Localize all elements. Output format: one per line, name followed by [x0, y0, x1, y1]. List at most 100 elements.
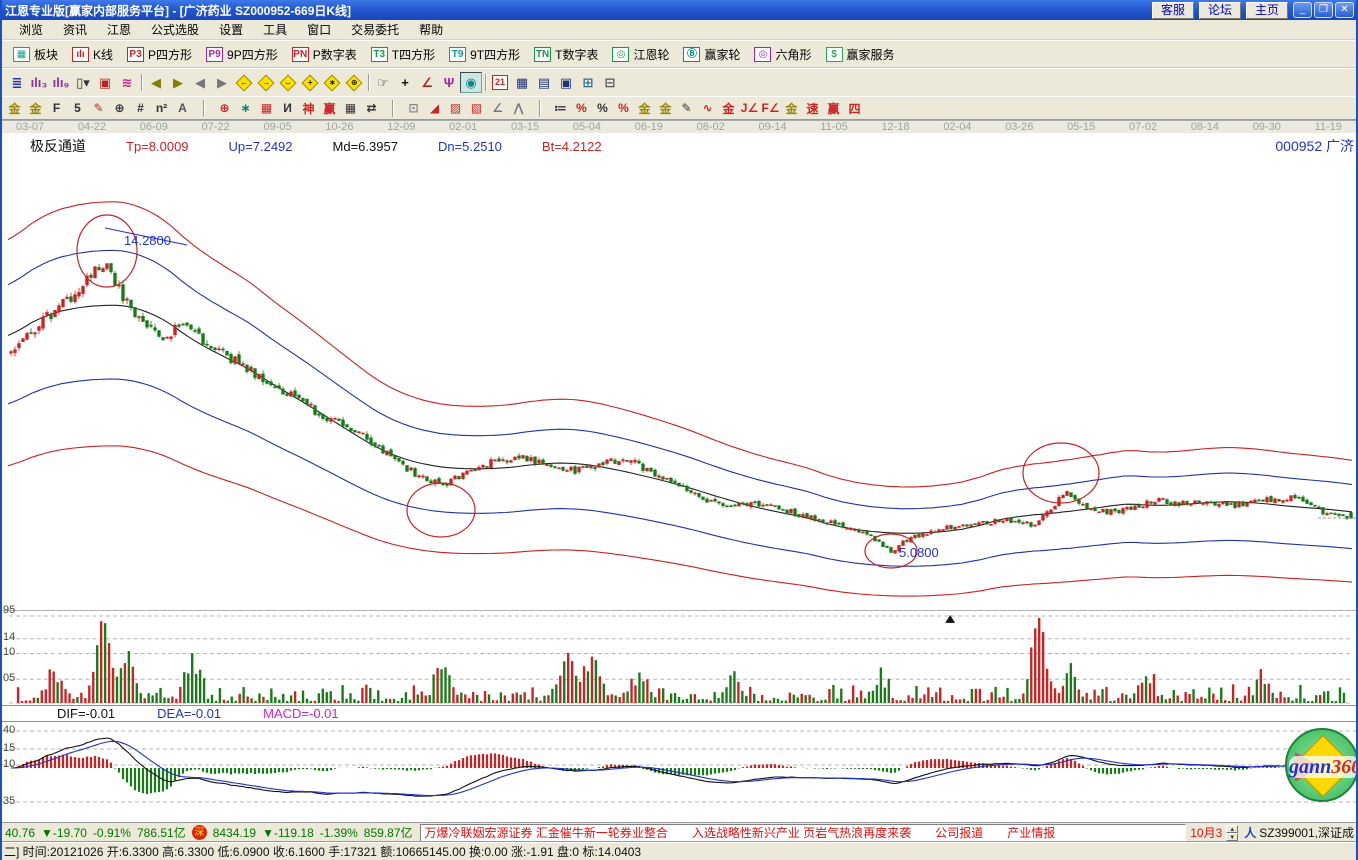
candle-type-icon[interactable]: ▯▾	[72, 72, 94, 93]
news-spinner[interactable]: ▲▼	[1226, 825, 1238, 841]
pattern-select-icon[interactable]: ▣	[94, 72, 116, 93]
gann-magic-icon[interactable]: Ψ	[438, 72, 460, 93]
shaded-grid-tool[interactable]: ▨	[445, 98, 466, 119]
star-ray-tool[interactable]: ∗	[235, 98, 256, 119]
menu-item[interactable]: 帮助	[410, 19, 452, 40]
text-note-tool[interactable]: A	[172, 98, 193, 119]
customer-service-button[interactable]: 客服	[1152, 2, 1194, 19]
calculator-icon[interactable]: ▦	[511, 72, 533, 93]
toolbar-label: K线	[93, 46, 113, 63]
next-bar-icon[interactable]: ▶	[211, 72, 233, 93]
stock-list-icon[interactable]: ≣	[6, 72, 28, 93]
prev-bar-icon[interactable]: ◀	[189, 72, 211, 93]
j-angle-tool[interactable]: J∠	[739, 98, 760, 119]
gold-grid-tool[interactable]: 金	[25, 98, 46, 119]
bars-3-icon[interactable]: ılı₃	[28, 72, 50, 93]
gold-square-tool[interactable]: 金	[4, 98, 25, 119]
span-measure-tool[interactable]: ⇄	[361, 98, 382, 119]
cycle-circle-tool[interactable]: ⊕	[109, 98, 130, 119]
forum-button[interactable]: 论坛	[1199, 2, 1241, 19]
volume-chart-canvas[interactable]	[2, 610, 1358, 705]
p9-square-button[interactable]: P9 9P四方形	[199, 44, 285, 65]
t-table-button[interactable]: TN T数字表	[527, 44, 605, 65]
expand-all-icon[interactable]: ∗	[321, 72, 343, 93]
notes-icon[interactable]: ▤	[533, 72, 555, 93]
fan-lines-tool[interactable]: ◢	[424, 98, 445, 119]
news-marquee[interactable]: 万爆冷联姻宏源证券 汇金催牛新一轮券业整合 入选战略性新兴产业 页岩气热浪再度来…	[420, 824, 1187, 842]
export-net-icon[interactable]: ⊞	[577, 72, 599, 93]
kline-button[interactable]: ılı K线	[65, 44, 120, 65]
gann-wheel-button[interactable]: ◎ 江恩轮	[605, 44, 676, 65]
hatched-grid-tool[interactable]: ▧	[466, 98, 487, 119]
zigzag-tool[interactable]: ⋀	[508, 98, 529, 119]
menu-item[interactable]: 公式选股	[142, 19, 208, 40]
winner-wheel-button[interactable]: Ⓑ 赢家轮	[676, 44, 747, 65]
macd-chart-canvas[interactable]	[2, 722, 1358, 822]
menu-item[interactable]: 交易委托	[342, 19, 408, 40]
first-bar-icon[interactable]: ◀	[145, 72, 167, 93]
ying-line-tool[interactable]: 赢	[823, 98, 844, 119]
menu-item[interactable]: 浏览	[10, 19, 52, 40]
time-comb-tool[interactable]: #	[130, 98, 151, 119]
angle-measure-icon[interactable]: ∠	[416, 72, 438, 93]
ying-tool[interactable]: 赢	[319, 98, 340, 119]
winner-service-button[interactable]: $ 赢家服务	[819, 44, 902, 65]
t-square-button[interactable]: T3 T四方形	[364, 44, 442, 65]
restore-button[interactable]: ❐	[1314, 2, 1333, 18]
p-table-button[interactable]: PN P数字表	[285, 44, 364, 65]
blocks-button[interactable]: ▦ 板块	[6, 44, 65, 65]
price-grid-tool[interactable]: ▦	[256, 98, 277, 119]
f-angle-tool[interactable]: F∠	[760, 98, 781, 119]
wave-mark-tool[interactable]: И	[277, 98, 298, 119]
gold-angle-tool[interactable]: 金	[718, 98, 739, 119]
gold-fan-tool[interactable]: 金	[781, 98, 802, 119]
compress-icon[interactable]: +	[299, 72, 321, 93]
percent-tool[interactable]: %	[592, 98, 613, 119]
angle-set-tool[interactable]: ∠	[487, 98, 508, 119]
five-wave-tool[interactable]: 5	[67, 98, 88, 119]
index-ticker[interactable]: SZ399001,深证成	[1259, 824, 1356, 841]
shen-tool[interactable]: 神	[298, 98, 319, 119]
percent-line-tool[interactable]: %	[571, 98, 592, 119]
hexagon-button[interactable]: ◎ 六角形	[747, 44, 818, 65]
menu-item[interactable]: 窗口	[298, 19, 340, 40]
h-expand-icon[interactable]: ↔	[277, 72, 299, 93]
wave-band-tool[interactable]: ∿	[697, 98, 718, 119]
menu-item[interactable]: 设置	[210, 19, 252, 40]
n-square-tool[interactable]: n²	[151, 98, 172, 119]
zoom-left-icon[interactable]: ←	[233, 72, 255, 93]
crosshair-icon[interactable]: +	[394, 72, 416, 93]
color-volume-icon[interactable]: ≋	[116, 72, 138, 93]
chart-area[interactable]: 14.28005.0800 DIF=-0.01DEA=-0.01MACD=-0.…	[2, 133, 1356, 822]
four-line-tool[interactable]: 四	[844, 98, 865, 119]
pen2-tool[interactable]: ✎	[676, 98, 697, 119]
fibonacci-tool[interactable]: F	[46, 98, 67, 119]
drag-hand-icon[interactable]: ☞	[372, 72, 394, 93]
p-square-button[interactable]: P3 P四方形	[120, 44, 199, 65]
smart-analysis-icon[interactable]: ◉	[460, 72, 482, 93]
menu-item[interactable]: 资讯	[54, 19, 96, 40]
save-icon[interactable]: ▣	[555, 72, 577, 93]
gann-compass-tool[interactable]: ⊕	[214, 98, 235, 119]
minimize-button[interactable]: _	[1293, 2, 1312, 18]
last-bar-icon[interactable]: ▶	[167, 72, 189, 93]
print-icon[interactable]: ⊟	[599, 72, 621, 93]
percent-band-tool[interactable]: %	[613, 98, 634, 119]
stats-table-tool[interactable]: ≔	[550, 98, 571, 119]
box-select-tool[interactable]: ⊡	[403, 98, 424, 119]
number-grid-tool[interactable]: ▦	[340, 98, 361, 119]
bars-9-icon[interactable]: ılı₉	[50, 72, 72, 93]
menu-item[interactable]: 工具	[254, 19, 296, 40]
full-view-icon[interactable]: ⊕	[343, 72, 365, 93]
homepage-button[interactable]: 主页	[1246, 2, 1288, 19]
close-button[interactable]: ✕	[1335, 2, 1354, 18]
speed-line-tool[interactable]: 速	[802, 98, 823, 119]
draw-pen-tool[interactable]: ✎	[88, 98, 109, 119]
menu-item[interactable]: 江恩	[98, 19, 140, 40]
t9-square-button[interactable]: T9 9T四方形	[442, 44, 527, 65]
gold-level-tool[interactable]: 金	[655, 98, 676, 119]
zoom-right-icon[interactable]: →	[255, 72, 277, 93]
gold-circle-tool[interactable]: 金	[634, 98, 655, 119]
calendar-icon[interactable]: 21	[489, 72, 511, 93]
kline-chart-canvas[interactable]: 14.28005.0800	[2, 133, 1358, 610]
